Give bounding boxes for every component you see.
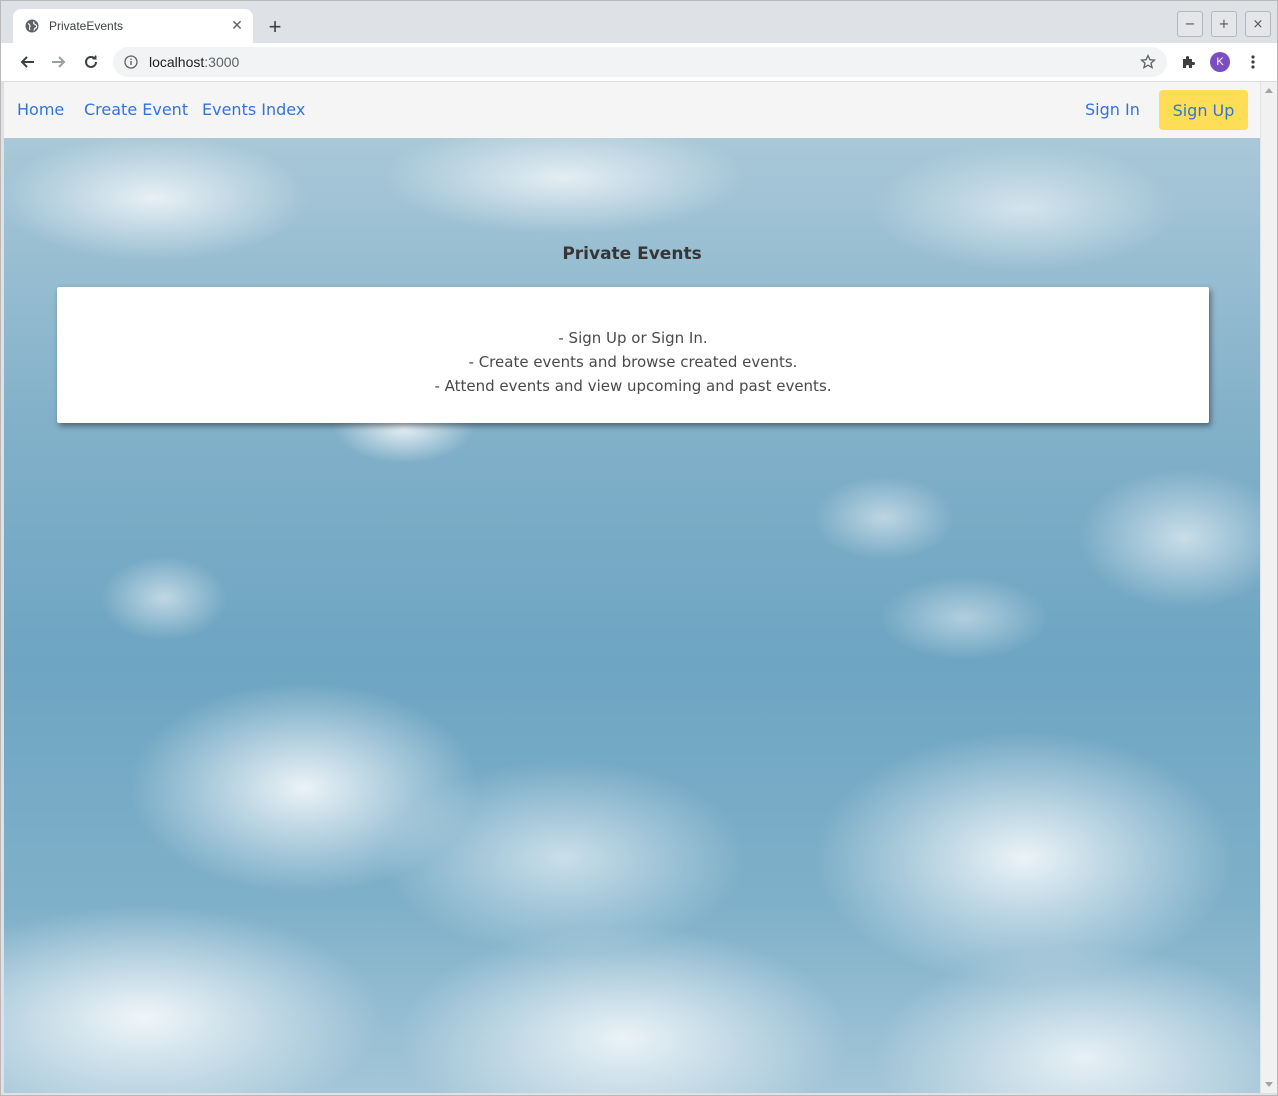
globe-icon xyxy=(25,19,39,33)
feature-line: - Create events and browse created event… xyxy=(468,353,798,371)
url-port: :3000 xyxy=(204,54,240,70)
extensions-puzzle-icon[interactable] xyxy=(1177,50,1201,74)
page-title: Private Events xyxy=(562,244,702,264)
browser-window: PrivateEvents ✕ + − + × localhost:3000 K… xyxy=(0,0,1278,1096)
bookmark-star-icon[interactable] xyxy=(1139,53,1157,71)
profile-avatar[interactable]: K xyxy=(1210,52,1230,72)
sky-background: Private Events - Sign Up or Sign In. - C… xyxy=(4,138,1260,1093)
tab-title: PrivateEvents xyxy=(49,19,124,33)
nav-link-home[interactable]: Home xyxy=(17,100,64,119)
nav-link-create-event[interactable]: Create Event xyxy=(84,100,188,119)
new-tab-button[interactable]: + xyxy=(263,14,287,39)
info-icon[interactable] xyxy=(123,54,139,70)
maximize-button[interactable]: + xyxy=(1211,11,1237,37)
vertical-scrollbar[interactable] xyxy=(1260,82,1277,1093)
nav-link-events-index[interactable]: Events Index xyxy=(202,100,305,119)
url-host: localhost xyxy=(149,54,205,70)
url-text: localhost:3000 xyxy=(149,54,239,70)
sign-up-button[interactable]: Sign Up xyxy=(1159,90,1248,130)
feature-line: - Sign Up or Sign In. xyxy=(558,329,708,347)
page-viewport: Home Create Event Events Index Sign In S… xyxy=(4,82,1260,1093)
minimize-button[interactable]: − xyxy=(1177,11,1203,37)
tab-close-icon[interactable]: ✕ xyxy=(229,18,245,34)
close-window-button[interactable]: × xyxy=(1245,11,1271,37)
browser-tab[interactable]: PrivateEvents ✕ xyxy=(13,9,253,43)
tab-strip: PrivateEvents ✕ + − + × xyxy=(1,1,1277,43)
menu-kebab-icon[interactable] xyxy=(1241,50,1265,74)
features-card: - Sign Up or Sign In. - Create events an… xyxy=(57,287,1209,423)
browser-toolbar: localhost:3000 K xyxy=(1,43,1277,82)
back-icon[interactable] xyxy=(15,50,39,74)
scroll-down-arrow-icon[interactable] xyxy=(1265,1082,1273,1087)
forward-icon[interactable] xyxy=(47,50,71,74)
site-navbar: Home Create Event Events Index Sign In S… xyxy=(4,82,1260,138)
reload-icon[interactable] xyxy=(79,50,103,74)
feature-line: - Attend events and view upcoming and pa… xyxy=(434,377,832,395)
scroll-up-arrow-icon[interactable] xyxy=(1265,88,1273,93)
nav-link-sign-in[interactable]: Sign In xyxy=(1085,100,1140,119)
address-bar[interactable]: localhost:3000 xyxy=(113,47,1167,77)
